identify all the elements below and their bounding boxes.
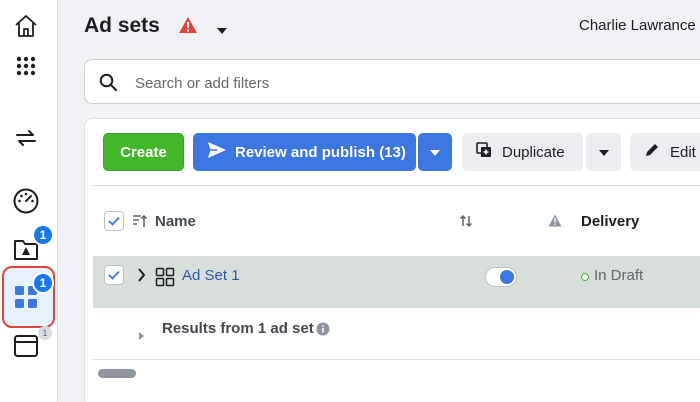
chevron-down-icon xyxy=(598,144,610,161)
review-and-publish-button[interactable]: Review and publish (13) xyxy=(193,133,416,171)
chevron-down-icon xyxy=(429,144,441,161)
duplicate-icon xyxy=(476,142,492,162)
warning-column-icon xyxy=(548,214,562,232)
create-button[interactable]: Create xyxy=(103,133,184,171)
results-summary-label: Results from 1 ad set xyxy=(162,320,314,337)
send-icon xyxy=(207,141,227,163)
publish-dropdown-button[interactable] xyxy=(418,133,452,171)
campaigns-badge: 1 xyxy=(32,224,54,246)
search-bar[interactable] xyxy=(84,59,700,104)
page-title: Ad sets xyxy=(84,14,160,37)
horizontal-scrollbar-thumb[interactable] xyxy=(98,369,136,378)
duplicate-button[interactable]: Duplicate xyxy=(462,133,583,171)
ad-sets-panel: Create Review and publish (13) Duplicate… xyxy=(84,118,700,402)
home-icon[interactable] xyxy=(0,11,52,41)
search-icon xyxy=(99,73,117,96)
ad-sets-badge: 1 xyxy=(32,272,54,294)
status-dot-icon xyxy=(581,273,589,281)
toggle-knob xyxy=(500,270,514,284)
sort-arrows-icon[interactable] xyxy=(459,214,473,233)
edit-button[interactable]: Edit xyxy=(630,133,700,171)
expand-triangle-icon[interactable] xyxy=(138,328,145,346)
delivery-column-header[interactable]: Delivery xyxy=(581,213,639,230)
row-checkbox[interactable] xyxy=(104,265,124,285)
table-header: Name Delivery xyxy=(93,186,700,256)
select-all-checkbox[interactable] xyxy=(104,211,124,231)
name-column-header[interactable]: Name xyxy=(155,213,196,230)
switch-arrows-icon[interactable] xyxy=(0,124,52,152)
info-icon[interactable] xyxy=(316,322,330,341)
left-sidebar: 1 1 1 xyxy=(0,0,58,402)
ad-set-name-link[interactable]: Ad Set 1 xyxy=(182,267,240,284)
edit-label: Edit xyxy=(670,143,696,161)
pencil-icon xyxy=(644,142,660,162)
results-summary-row: Results from 1 ad set xyxy=(93,308,700,360)
delivery-status: In Draft xyxy=(594,267,644,284)
duplicate-label: Duplicate xyxy=(502,143,565,161)
gauge-icon[interactable] xyxy=(0,186,52,216)
ad-set-grid-icon xyxy=(155,267,175,292)
review-and-publish-label: Review and publish (13) xyxy=(235,143,406,161)
table-row[interactable]: Ad Set 1 In Draft xyxy=(93,256,700,308)
expand-chevron-icon[interactable] xyxy=(137,268,146,287)
account-name[interactable]: Charlie Lawrance xyxy=(579,17,696,34)
ads-badge: 1 xyxy=(38,326,52,340)
duplicate-dropdown-button[interactable] xyxy=(586,133,621,171)
title-dropdown-caret-icon[interactable] xyxy=(216,22,228,40)
warning-icon[interactable] xyxy=(178,16,198,39)
apps-grid-icon[interactable] xyxy=(0,54,52,78)
sort-icon[interactable] xyxy=(132,214,148,233)
ad-set-toggle[interactable] xyxy=(485,267,517,287)
search-input[interactable] xyxy=(135,72,635,94)
create-button-label: Create xyxy=(120,143,167,161)
